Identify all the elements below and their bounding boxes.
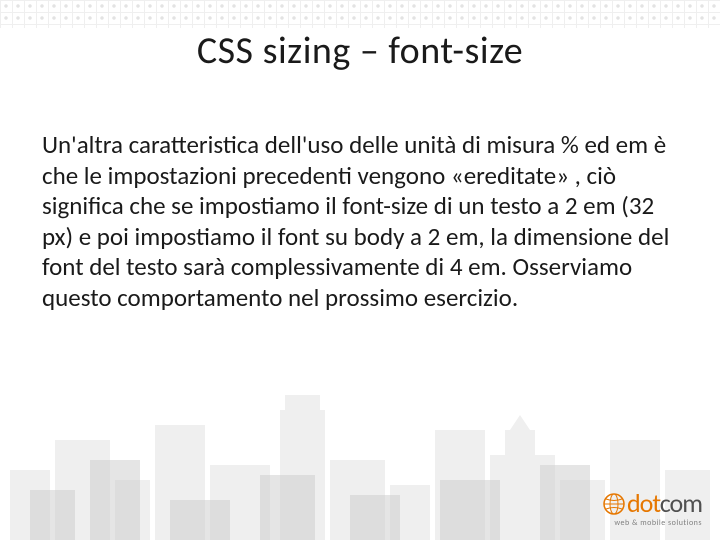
slide-body-text: Un'altra caratteristica dell'uso delle u… bbox=[42, 130, 678, 313]
logo-tagline: web & mobile solutions bbox=[603, 518, 702, 528]
logo-com-text: com bbox=[660, 487, 702, 519]
logo-dot-text: dot bbox=[627, 487, 660, 519]
logo-text: dotcom bbox=[603, 487, 702, 522]
brand-logo: dotcom web & mobile solutions bbox=[603, 487, 702, 528]
slide-title: CSS sizing – font-size bbox=[0, 28, 720, 74]
decorative-top-pattern bbox=[0, 0, 720, 28]
